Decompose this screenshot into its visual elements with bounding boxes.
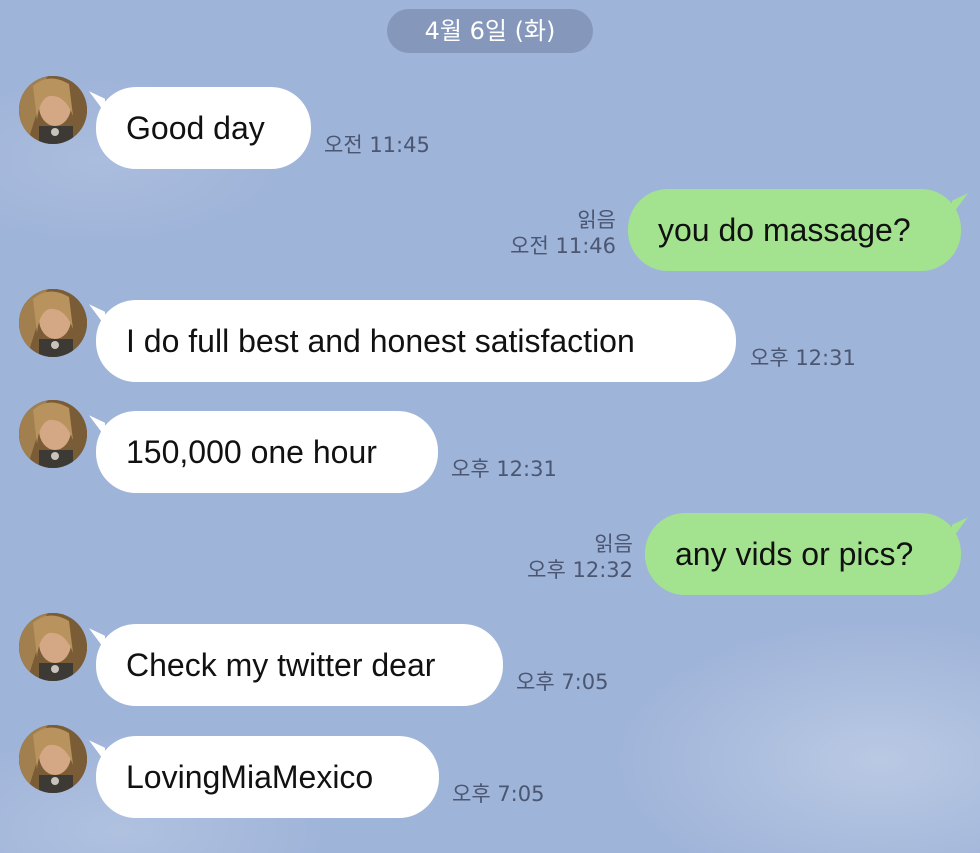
- message-timestamp: 오후 12:31: [451, 457, 557, 481]
- avatar-photo-icon: [19, 725, 87, 793]
- message-text: I do full best and honest satisfaction: [126, 323, 635, 359]
- message-bubble-incoming[interactable]: Good day: [96, 87, 311, 169]
- avatar-photo-icon: [19, 400, 87, 468]
- date-separator: 4월 6일 (화): [387, 9, 593, 53]
- avatar-photo-icon: [19, 289, 87, 357]
- message-text: you do massage?: [658, 212, 911, 248]
- message-text: Check my twitter dear: [126, 647, 436, 683]
- message-timestamp: 오후 7:05: [452, 782, 545, 806]
- avatar-photo-icon: [19, 76, 87, 144]
- message-bubble-outgoing[interactable]: any vids or pics?: [645, 513, 961, 595]
- message-bubble-incoming[interactable]: LovingMiaMexico: [96, 736, 439, 818]
- avatar[interactable]: [19, 289, 87, 357]
- message-text: LovingMiaMexico: [126, 759, 374, 795]
- message-timestamp: 오전 11:45: [324, 133, 430, 157]
- message-bubble-incoming[interactable]: Check my twitter dear: [96, 624, 503, 706]
- message-timestamp: 오전 11:46: [510, 234, 616, 258]
- message-bubble-incoming[interactable]: I do full best and honest satisfaction: [96, 300, 736, 382]
- avatar[interactable]: [19, 725, 87, 793]
- message-timestamp: 오후 7:05: [516, 670, 609, 694]
- message-bubble-outgoing[interactable]: you do massage?: [628, 189, 961, 271]
- message-text: Good day: [126, 110, 265, 146]
- message-timestamp: 오후 12:32: [527, 558, 633, 582]
- avatar[interactable]: [19, 613, 87, 681]
- message-bubble-incoming[interactable]: 150,000 one hour: [96, 411, 438, 493]
- message-text: 150,000 one hour: [126, 434, 377, 470]
- read-receipt: 읽음: [577, 208, 616, 232]
- avatar-photo-icon: [19, 613, 87, 681]
- avatar[interactable]: [19, 76, 87, 144]
- message-text: any vids or pics?: [675, 536, 914, 572]
- read-receipt: 읽음: [594, 532, 633, 556]
- message-timestamp: 오후 12:31: [750, 346, 856, 370]
- avatar[interactable]: [19, 400, 87, 468]
